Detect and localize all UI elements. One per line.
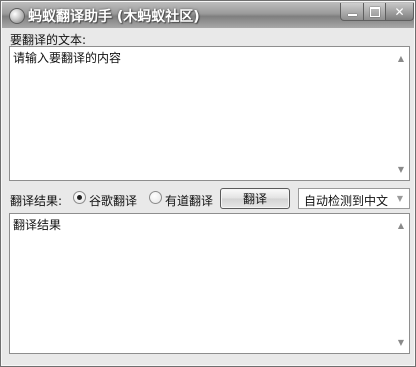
- youdao-translate-label[interactable]: 有道翻译: [165, 192, 213, 209]
- google-translate-radio[interactable]: [73, 191, 86, 204]
- window-title: 蚂蚁翻译助手 (木蚂蚁社区): [28, 9, 200, 25]
- youdao-translate-radio[interactable]: [149, 191, 162, 204]
- minimize-icon: [347, 13, 357, 16]
- scroll-down-icon[interactable]: ▼: [395, 337, 407, 347]
- result-text-output[interactable]: 翻译结果 ▲ ▼: [9, 213, 410, 354]
- scroll-down-icon[interactable]: ▼: [395, 164, 407, 174]
- maximize-icon: [369, 6, 380, 17]
- app-window: 蚂蚁翻译助手 (木蚂蚁社区) ✕ 要翻译的文本: 请输入要翻译的内容 ▲ ▼ 翻…: [0, 0, 416, 367]
- source-text-placeholder: 请输入要翻译的内容: [13, 51, 122, 65]
- minimize-button[interactable]: [340, 3, 364, 21]
- source-text-input[interactable]: 请输入要翻译的内容 ▲ ▼: [9, 46, 410, 181]
- close-button[interactable]: ✕: [386, 3, 414, 21]
- language-select[interactable]: 自动检测到中文 ▼: [298, 188, 410, 209]
- maximize-button[interactable]: [364, 3, 386, 21]
- scroll-up-icon[interactable]: ▲: [395, 53, 407, 63]
- app-icon: [9, 8, 25, 24]
- result-text: 翻译结果: [13, 218, 62, 232]
- translate-button[interactable]: 翻译: [220, 188, 290, 209]
- translate-controls: 翻译结果: 谷歌翻译 有道翻译 翻译 自动检测到中文 ▼: [1, 187, 416, 211]
- chevron-down-icon[interactable]: ▼: [394, 192, 406, 205]
- scroll-up-icon[interactable]: ▲: [395, 220, 407, 230]
- title-bar[interactable]: 蚂蚁翻译助手 (木蚂蚁社区) ✕: [2, 2, 414, 28]
- google-translate-label[interactable]: 谷歌翻译: [89, 192, 137, 209]
- language-select-value: 自动检测到中文: [304, 194, 389, 208]
- close-icon: ✕: [394, 4, 405, 19]
- result-label: 翻译结果:: [10, 194, 63, 208]
